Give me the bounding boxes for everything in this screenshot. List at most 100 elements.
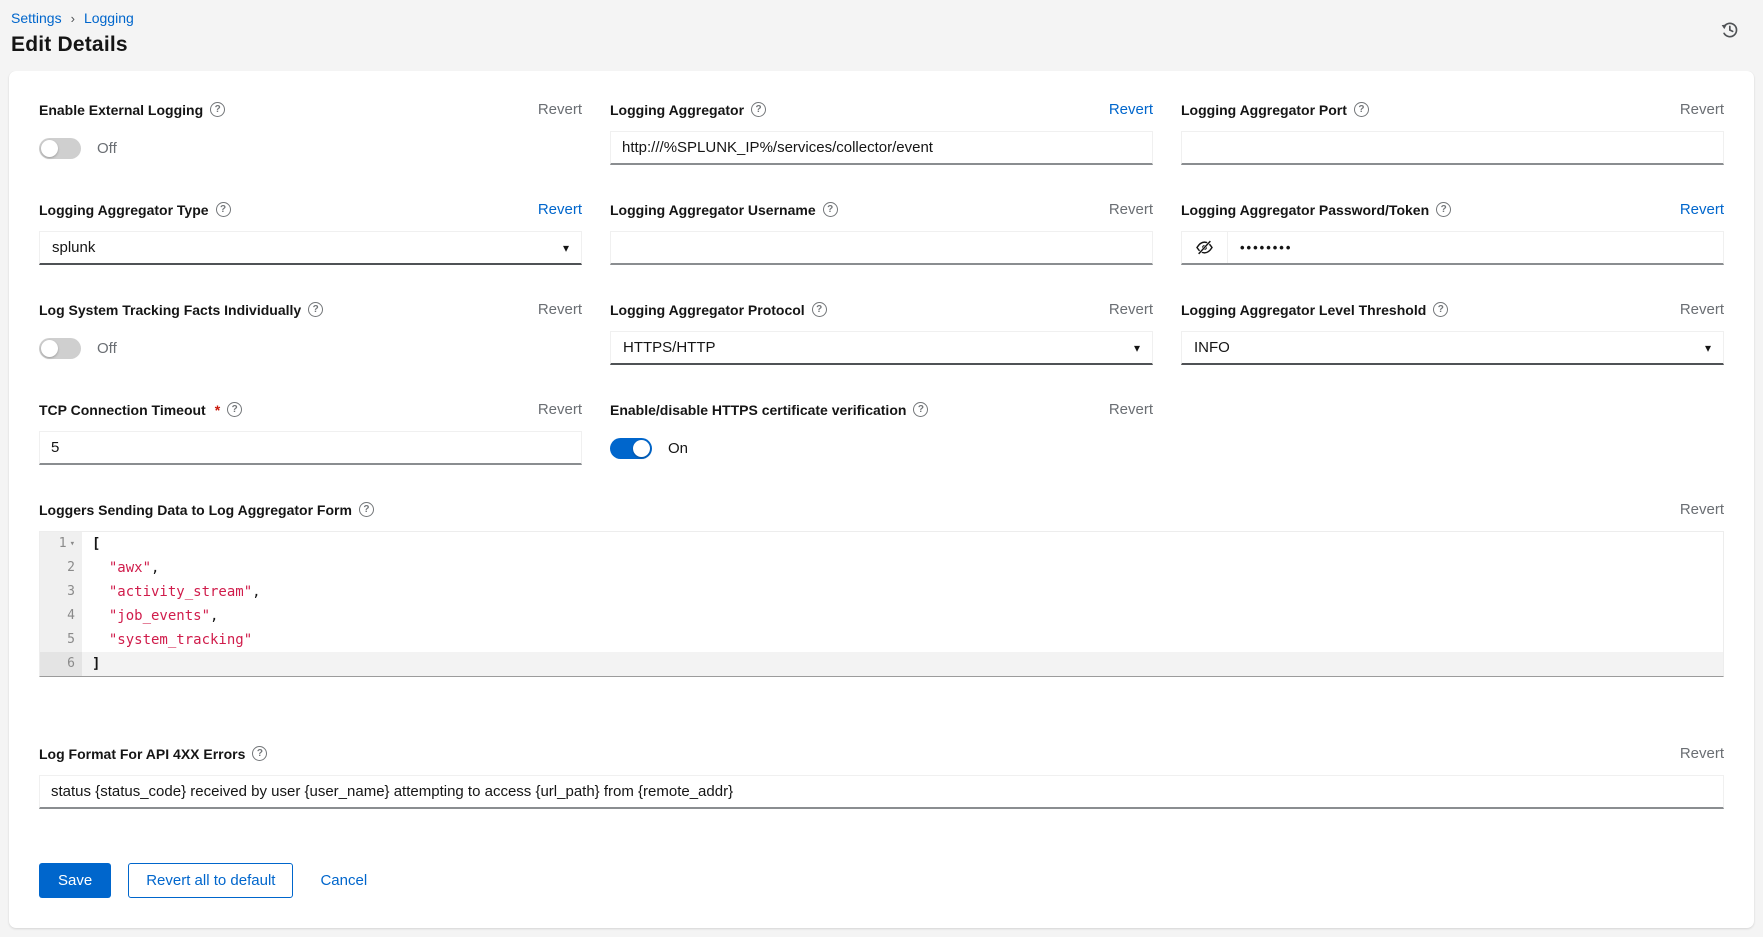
line-number: 4 <box>40 604 82 628</box>
logging-aggregator-type-select[interactable]: splunk ▾ <box>39 231 582 265</box>
help-icon[interactable]: ? <box>308 302 323 317</box>
https-certificate-verification-toggle[interactable] <box>610 438 652 459</box>
help-icon[interactable]: ? <box>227 402 242 417</box>
history-button[interactable] <box>1717 18 1741 45</box>
toggle-state-label: Off <box>97 340 117 357</box>
field-label: Logging Aggregator Level Threshold <box>1181 302 1426 318</box>
breadcrumb-link-logging[interactable]: Logging <box>84 10 134 26</box>
field-logging-aggregator: Logging Aggregator ? Revert <box>610 101 1153 165</box>
help-icon[interactable]: ? <box>359 502 374 517</box>
field-label: Enable/disable HTTPS certificate verific… <box>610 402 906 418</box>
line-number: 5 <box>40 628 82 652</box>
select-value: HTTPS/HTTP <box>623 339 716 356</box>
code-line: 4 "job_events", <box>40 604 1723 628</box>
help-icon[interactable]: ? <box>210 102 225 117</box>
code-line: 6] <box>40 652 1723 676</box>
code-line: 5 "system_tracking" <box>40 628 1723 652</box>
revert-button[interactable]: Revert <box>1109 301 1153 318</box>
caret-down-icon: ▾ <box>563 241 569 255</box>
chevron-right-icon: › <box>71 11 75 26</box>
select-value: INFO <box>1194 339 1230 356</box>
code-line: 2 "awx", <box>40 556 1723 580</box>
field-logging-aggregator-password: Logging Aggregator Password/Token ? Reve… <box>1181 201 1724 265</box>
logging-aggregator-level-threshold-select[interactable]: INFO ▾ <box>1181 331 1724 365</box>
caret-down-icon: ▾ <box>1705 341 1711 355</box>
field-logging-aggregator-level-threshold: Logging Aggregator Level Threshold ? Rev… <box>1181 301 1724 365</box>
revert-button[interactable]: Revert <box>1680 301 1724 318</box>
help-icon[interactable]: ? <box>823 202 838 217</box>
eye-slash-icon <box>1195 238 1214 257</box>
revert-button[interactable]: Revert <box>1680 201 1724 218</box>
form-actions: Save Revert all to default Cancel <box>39 863 1724 898</box>
required-asterisk: * <box>215 402 220 418</box>
revert-button[interactable]: Revert <box>538 101 582 118</box>
field-label: Log System Tracking Facts Individually <box>39 302 301 318</box>
field-loggers-sending-data: Loggers Sending Data to Log Aggregator F… <box>39 501 1724 677</box>
tcp-connection-timeout-input[interactable] <box>39 431 582 465</box>
field-logging-aggregator-username: Logging Aggregator Username ? Revert <box>610 201 1153 265</box>
field-log-system-tracking: Log System Tracking Facts Individually ?… <box>39 301 582 365</box>
logging-aggregator-port-input[interactable] <box>1181 131 1724 165</box>
page-header: Settings › Logging Edit Details <box>0 0 1763 71</box>
logging-aggregator-username-input[interactable] <box>610 231 1153 265</box>
line-number: 6 <box>40 652 82 676</box>
field-https-certificate-verification: Enable/disable HTTPS certificate verific… <box>610 401 1153 465</box>
code-line: 1▾[ <box>40 532 1723 556</box>
loggers-code-editor[interactable]: 1▾[2 "awx",3 "activity_stream",4 "job_ev… <box>39 531 1724 677</box>
toggle-state-label: Off <box>97 140 117 157</box>
log-system-tracking-toggle[interactable] <box>39 338 81 359</box>
revert-button[interactable]: Revert <box>1680 745 1724 762</box>
save-button[interactable]: Save <box>39 863 111 898</box>
toggle-state-label: On <box>668 440 688 457</box>
show-password-button[interactable] <box>1182 232 1228 263</box>
cancel-button[interactable]: Cancel <box>320 863 367 898</box>
fold-caret-icon[interactable]: ▾ <box>70 539 75 549</box>
log-format-4xx-input[interactable] <box>39 775 1724 809</box>
revert-button[interactable]: Revert <box>1109 101 1153 118</box>
help-icon[interactable]: ? <box>216 202 231 217</box>
field-label: Logging Aggregator <box>610 102 744 118</box>
line-number: 3 <box>40 580 82 604</box>
code-line-text: "activity_stream", <box>82 580 1723 604</box>
revert-button[interactable]: Revert <box>538 301 582 318</box>
revert-button[interactable]: Revert <box>1680 101 1724 118</box>
revert-button[interactable]: Revert <box>1680 501 1724 518</box>
field-label: Loggers Sending Data to Log Aggregator F… <box>39 502 352 518</box>
code-line-text: [ <box>82 532 1723 556</box>
select-value: splunk <box>52 239 95 256</box>
help-icon[interactable]: ? <box>252 746 267 761</box>
logging-aggregator-input[interactable] <box>610 131 1153 165</box>
help-icon[interactable]: ? <box>751 102 766 117</box>
edit-details-card: Enable External Logging ? Revert Off Log… <box>9 71 1754 928</box>
page-title: Edit Details <box>11 33 1739 57</box>
revert-button[interactable]: Revert <box>538 201 582 218</box>
field-logging-aggregator-port: Logging Aggregator Port ? Revert <box>1181 101 1724 165</box>
help-icon[interactable]: ? <box>913 402 928 417</box>
breadcrumb: Settings › Logging <box>11 10 1739 26</box>
field-label: Enable External Logging <box>39 102 203 118</box>
help-icon[interactable]: ? <box>1436 202 1451 217</box>
field-logging-aggregator-type: Logging Aggregator Type ? Revert splunk … <box>39 201 582 265</box>
revert-all-button[interactable]: Revert all to default <box>128 863 293 898</box>
revert-button[interactable]: Revert <box>538 401 582 418</box>
breadcrumb-link-settings[interactable]: Settings <box>11 10 62 26</box>
password-value[interactable]: •••••••• <box>1228 232 1292 263</box>
field-label: Logging Aggregator Port <box>1181 102 1347 118</box>
enable-external-logging-toggle[interactable] <box>39 138 81 159</box>
help-icon[interactable]: ? <box>812 302 827 317</box>
field-label: TCP Connection Timeout <box>39 402 206 418</box>
revert-button[interactable]: Revert <box>1109 401 1153 418</box>
field-label: Logging Aggregator Protocol <box>610 302 805 318</box>
logging-aggregator-protocol-select[interactable]: HTTPS/HTTP ▾ <box>610 331 1153 365</box>
code-line-text: "system_tracking" <box>82 628 1723 652</box>
help-icon[interactable]: ? <box>1354 102 1369 117</box>
line-number: 1▾ <box>40 532 82 556</box>
content-area: Enable External Logging ? Revert Off Log… <box>0 71 1763 937</box>
line-number: 2 <box>40 556 82 580</box>
help-icon[interactable]: ? <box>1433 302 1448 317</box>
code-line-text: ] <box>82 652 1723 676</box>
field-label: Log Format For API 4XX Errors <box>39 746 245 762</box>
caret-down-icon: ▾ <box>1134 341 1140 355</box>
revert-button[interactable]: Revert <box>1109 201 1153 218</box>
code-line: 3 "activity_stream", <box>40 580 1723 604</box>
